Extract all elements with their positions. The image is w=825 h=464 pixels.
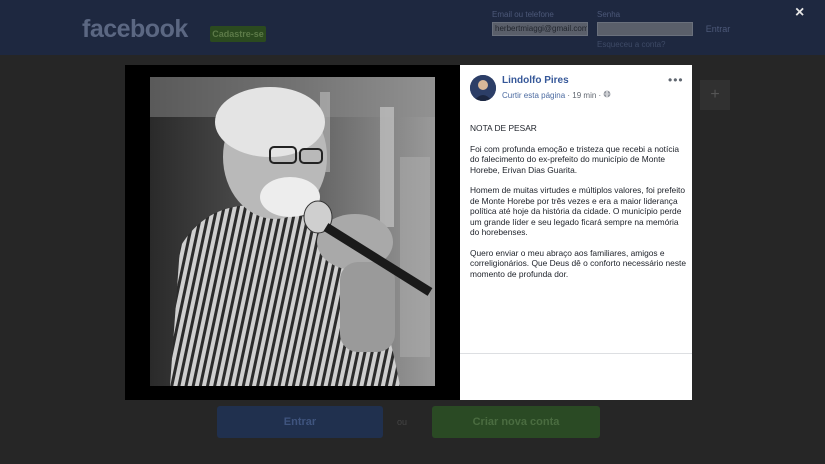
post-title: NOTA DE PESAR <box>470 123 537 133</box>
email-field[interactable]: herbertmiaggi@gmail.com <box>492 22 588 36</box>
login-button[interactable]: Entrar <box>700 22 736 36</box>
facebook-logo[interactable]: facebook <box>82 15 188 44</box>
post-side-panel: Lindolfo Pires Curtir esta página · 19 m… <box>460 65 692 400</box>
like-page-link[interactable]: Curtir esta página <box>502 91 565 100</box>
plus-icon[interactable]: + <box>700 80 730 110</box>
globe-icon <box>603 90 611 100</box>
post-text: NOTA DE PESAR Foi com profunda emoção e … <box>470 123 686 289</box>
signup-button[interactable]: Cadastre-se <box>210 26 266 42</box>
close-icon[interactable]: × <box>795 4 804 22</box>
meta-separator-2: · <box>598 91 602 100</box>
create-account-button[interactable]: Criar nova conta <box>432 406 600 438</box>
post-paragraph: Homem de muitas virtudes e múltiplos val… <box>470 185 686 237</box>
more-options-icon[interactable]: ••• <box>668 73 684 87</box>
divider <box>460 353 692 354</box>
person-icon <box>470 75 496 101</box>
author-avatar[interactable] <box>470 75 496 101</box>
man-singing-photo <box>150 77 435 386</box>
post-paragraph: Foi com profunda emoção e tristeza que r… <box>470 143 680 175</box>
forgot-account-link[interactable]: Esqueceu a conta? <box>597 40 666 49</box>
post-time[interactable]: 19 min <box>572 91 596 100</box>
password-field[interactable] <box>597 22 693 36</box>
email-label: Email ou telefone <box>492 10 554 19</box>
author-name[interactable]: Lindolfo Pires <box>502 75 569 86</box>
bottom-login-button[interactable]: Entrar <box>217 406 383 438</box>
password-label: Senha <box>597 10 621 19</box>
post-paragraph: Quero enviar o meu abraço aos familiares… <box>470 247 687 279</box>
or-separator: ou <box>397 417 408 427</box>
meta-separator: · <box>567 91 571 100</box>
post-meta: Curtir esta página · 19 min · <box>502 90 611 100</box>
post-photo[interactable] <box>150 77 435 386</box>
